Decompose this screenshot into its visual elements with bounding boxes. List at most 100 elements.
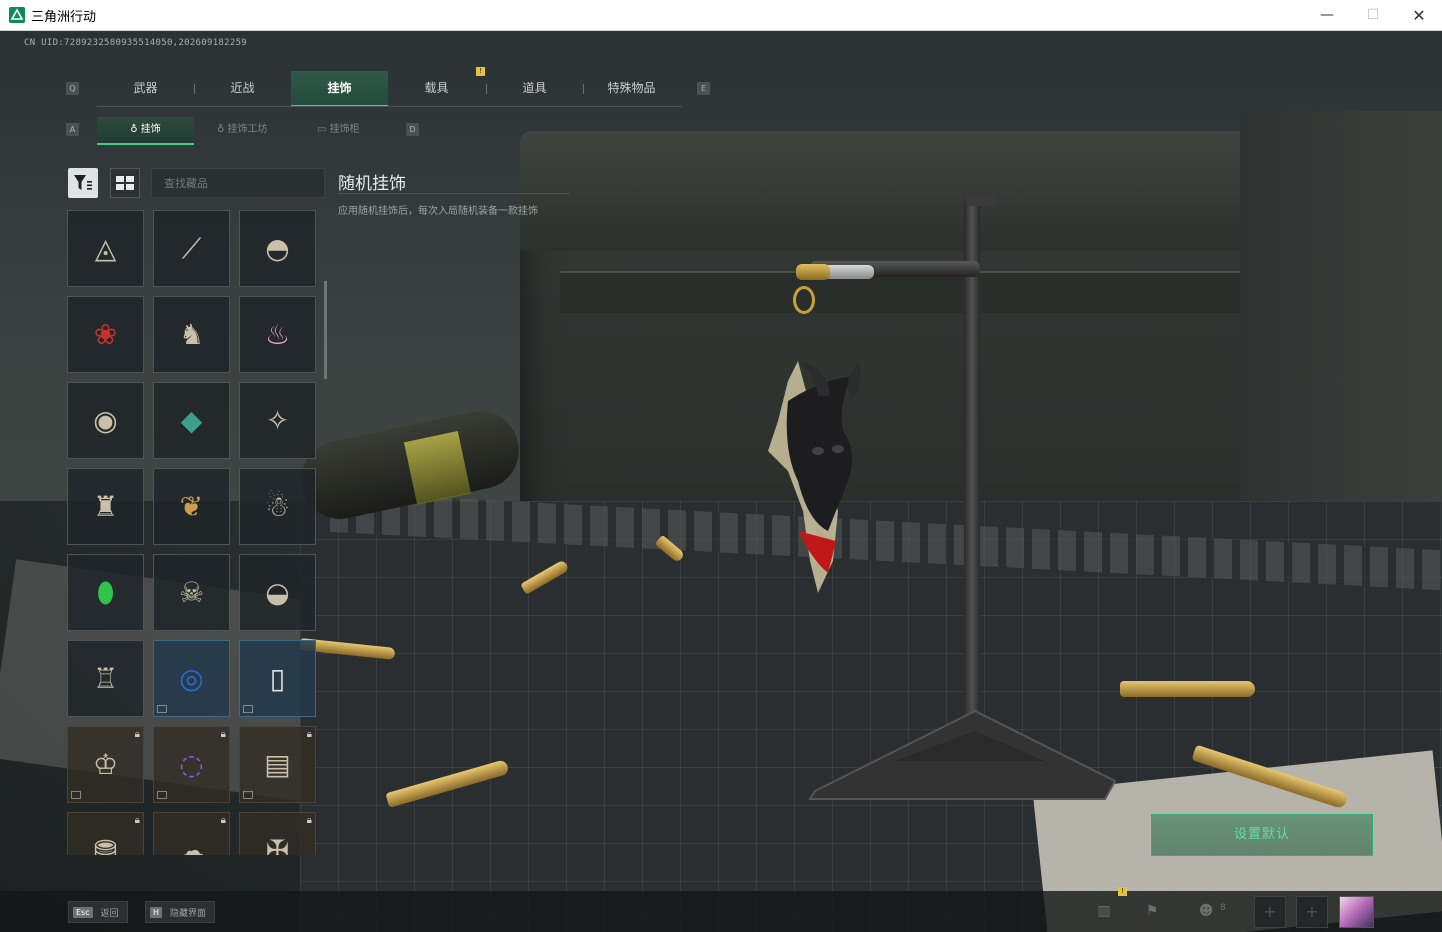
charm-item[interactable]: ❀ xyxy=(67,296,144,373)
bullet xyxy=(1120,681,1255,697)
green-egg-charm-icon: ⬮ xyxy=(96,575,115,609)
tab-vehicles[interactable]: 载具 xyxy=(388,71,485,105)
hide-ui-button[interactable]: H 隐藏界面 xyxy=(145,901,216,923)
charm-item[interactable]: ☃ xyxy=(239,468,316,545)
cat-charm-icon: ☃ xyxy=(264,490,291,523)
subtab-charm-cabinet[interactable]: ▭ 挂饰柜 xyxy=(317,117,397,143)
shell-charm-icon: ◒ xyxy=(265,576,290,609)
team-slot-2[interactable]: + xyxy=(1296,896,1328,928)
set-default-button[interactable]: 设置默认 xyxy=(1151,814,1373,856)
pyramid-eye-charm-icon: ◬ xyxy=(94,232,117,265)
stats-icon[interactable]: ▥ xyxy=(1092,899,1116,923)
flag-icon[interactable]: ⚑ xyxy=(1140,899,1164,923)
prev-subtab-key-hint: A xyxy=(66,123,79,136)
game-scene: CN UID:7289232580935514050,202609182259 … xyxy=(0,31,1442,932)
pendant-icon: ♁ xyxy=(217,124,225,135)
charm-stand-cap xyxy=(966,194,996,206)
tab-items[interactable]: 道具 xyxy=(486,71,583,105)
alert-badge: ! xyxy=(1118,887,1127,896)
chess-rook-charm-icon: ♜ xyxy=(92,490,119,523)
prev-tab-key-hint: Q xyxy=(66,82,79,95)
charm-item[interactable]: ▯ xyxy=(239,640,316,717)
charm-item[interactable]: ◌ 🔒︎ xyxy=(153,726,230,803)
hat-charm-icon: ◓ xyxy=(265,232,290,265)
figurine-charm-icon: ♞ xyxy=(178,318,205,351)
charm-stand-pole xyxy=(964,201,980,721)
demon-mask-charm[interactable] xyxy=(758,361,868,601)
back-button[interactable]: Esc 返回 xyxy=(68,901,128,923)
pendant-icon: ♁ xyxy=(130,124,138,135)
detail-title: 随机挂饰 xyxy=(338,174,406,194)
bones-charm-icon: ✠ xyxy=(265,834,290,855)
charm-item[interactable]: ❦ xyxy=(153,468,230,545)
window-title: 三角洲行动 xyxy=(31,10,97,25)
charm-item[interactable]: ✠ 🔒︎ xyxy=(239,812,316,855)
charm-item[interactable]: ♜ xyxy=(67,468,144,545)
charm-item[interactable]: ◎ xyxy=(153,640,230,717)
back-label: 返回 xyxy=(100,908,119,919)
cupcake-charm-icon: ♨ xyxy=(264,318,291,351)
charm-item[interactable]: ♞ xyxy=(153,296,230,373)
workshop-mark-icon xyxy=(157,791,167,799)
gold-pile-charm-icon: ⛃ xyxy=(93,834,118,855)
charm-ring xyxy=(793,286,815,314)
friends-icon[interactable]: ☻ xyxy=(1194,899,1218,923)
subtab-charm-workshop[interactable]: ♁ 挂饰工坊 xyxy=(217,117,307,143)
charm-item[interactable]: ◓ xyxy=(239,210,316,287)
close-button[interactable]: ✕ xyxy=(1396,0,1442,30)
subtab-label: 挂饰 xyxy=(140,124,161,135)
charm-item[interactable]: ⬮ xyxy=(67,554,144,631)
charm-item[interactable]: ◆ xyxy=(153,382,230,459)
charm-item[interactable]: ☁ 🔒︎ xyxy=(153,812,230,855)
charm-item[interactable]: ⟋ xyxy=(153,210,230,287)
filter-button[interactable] xyxy=(68,168,98,198)
workshop-mark-icon xyxy=(243,705,253,713)
minimize-button[interactable]: — xyxy=(1304,0,1350,30)
maximize-button[interactable]: ☐ xyxy=(1350,0,1396,30)
next-subtab-key-hint: D xyxy=(406,123,419,136)
grid-scrollbar[interactable] xyxy=(324,281,327,379)
charm-item[interactable]: ◉ xyxy=(67,382,144,459)
purple-ring-charm-icon: ◌ xyxy=(179,748,204,781)
cloud-charm-icon: ☁ xyxy=(177,834,206,855)
charm-stand-base xyxy=(808,709,1117,800)
card-charm-icon: ▯ xyxy=(269,662,286,695)
player-avatar[interactable] xyxy=(1339,896,1374,928)
filter-icon xyxy=(74,175,92,190)
next-tab-key-hint: E xyxy=(697,82,710,95)
tab-special-items[interactable]: 特殊物品 xyxy=(583,71,680,105)
charm-item[interactable]: ◒ xyxy=(239,554,316,631)
charm-item[interactable]: ♨ xyxy=(239,296,316,373)
trophy-charm-icon: ♔ xyxy=(92,748,119,781)
skull-ball-charm-icon: ☠ xyxy=(178,576,205,609)
tab-weapons[interactable]: 武器 xyxy=(97,71,194,105)
tab-charms[interactable]: 挂饰 xyxy=(291,71,388,107)
medal-charm-icon: ◉ xyxy=(93,404,118,437)
team-slot-1[interactable]: + xyxy=(1254,896,1286,928)
charm-item[interactable]: ✧ xyxy=(239,382,316,459)
friend-count: 8 xyxy=(1220,903,1226,913)
workshop-mark-icon xyxy=(243,791,253,799)
charm-item[interactable]: ♖ xyxy=(67,640,144,717)
charm-item[interactable]: ♔ 🔒︎ xyxy=(67,726,144,803)
grid-layout-button[interactable] xyxy=(110,168,140,198)
antlers-charm-icon: ❦ xyxy=(179,490,204,523)
esc-key-hint: Esc xyxy=(73,906,93,918)
gem-charm-icon: ◆ xyxy=(180,404,203,437)
charm-item[interactable]: ☠ xyxy=(153,554,230,631)
tab-melee[interactable]: 近战 xyxy=(194,71,291,105)
vehicle-tab-badge: ! xyxy=(476,67,485,76)
search-input[interactable] xyxy=(151,168,325,198)
subtab-label: 挂饰工坊 xyxy=(227,124,268,135)
subtab-charms[interactable]: ♁ 挂饰 xyxy=(97,117,194,145)
charm-item[interactable]: ⛃ 🔒︎ xyxy=(67,812,144,855)
hide-ui-label: 隐藏界面 xyxy=(170,908,207,919)
charm-stand-arm-gold xyxy=(796,264,830,280)
workshop-mark-icon xyxy=(71,791,81,799)
grid-layout-icon xyxy=(116,176,134,190)
detail-description: 应用随机挂饰后，每次入局随机装备一款挂饰 xyxy=(338,206,538,217)
charm-item[interactable]: ▤ 🔒︎ xyxy=(239,726,316,803)
charm-item[interactable]: ◬ xyxy=(67,210,144,287)
lock-icon: 🔒︎ xyxy=(220,815,226,826)
cabinet-icon: ▭ xyxy=(317,124,327,135)
